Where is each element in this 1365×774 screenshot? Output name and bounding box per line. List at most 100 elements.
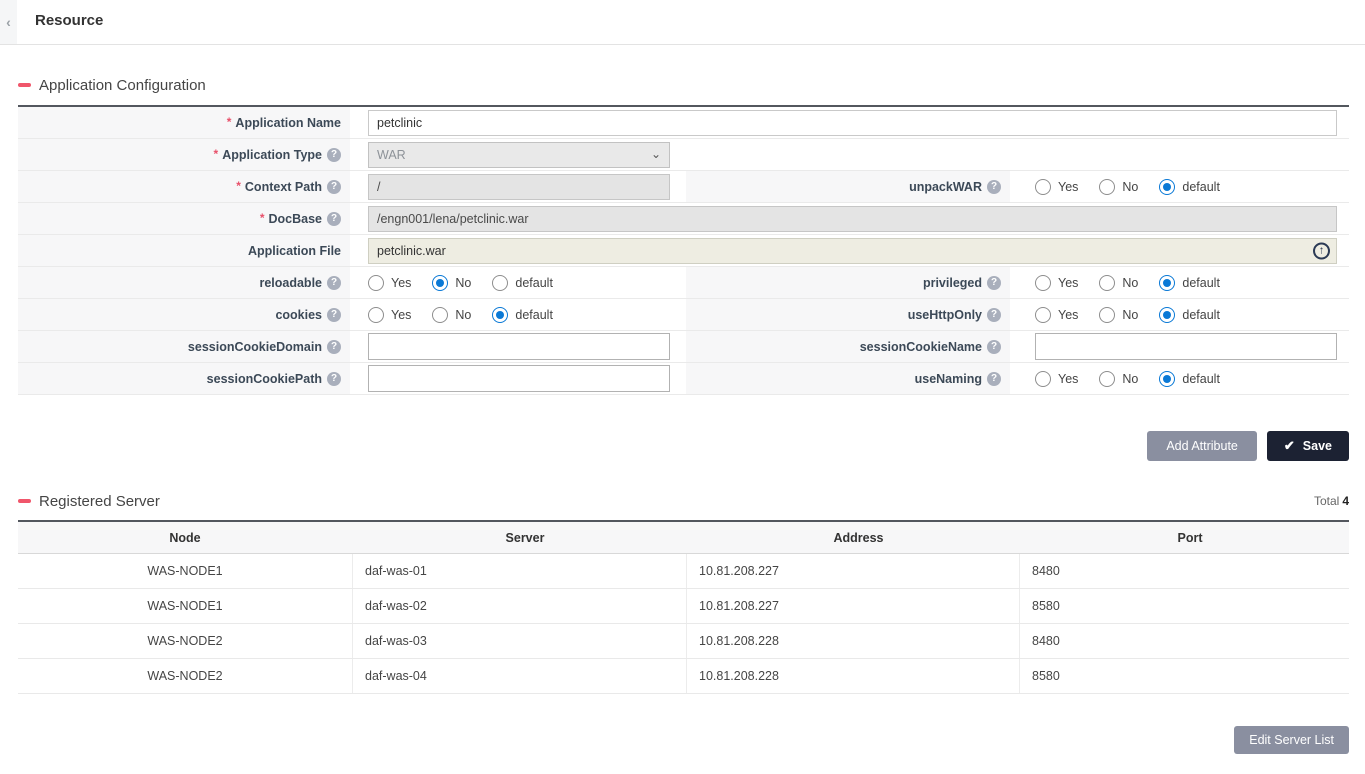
- usehttponly-radio-yes[interactable]: Yes: [1035, 307, 1078, 323]
- sessioncookiepath-input[interactable]: [368, 365, 670, 392]
- column-header-port: Port: [1019, 522, 1349, 553]
- cookies-radio-yes[interactable]: Yes: [368, 307, 411, 323]
- column-header-node: Node: [18, 522, 352, 553]
- docbase-input[interactable]: [368, 206, 1337, 232]
- column-header-server: Server: [352, 522, 686, 553]
- cell-port: 8580: [1019, 589, 1349, 623]
- help-icon[interactable]: ?: [327, 308, 341, 322]
- docbase-label: DocBase: [269, 212, 323, 226]
- chevron-down-icon: ⌄: [651, 151, 661, 158]
- table-row: WAS-NODE2 daf-was-04 10.81.208.228 8580: [18, 659, 1349, 694]
- usehttponly-radio-no[interactable]: No: [1099, 307, 1138, 323]
- row-application-file: Application File ↑: [18, 235, 1349, 267]
- cell-node: WAS-NODE1: [18, 589, 352, 623]
- required-marker: *: [214, 147, 219, 161]
- help-icon[interactable]: ?: [327, 148, 341, 162]
- application-file-label: Application File: [248, 244, 341, 258]
- context-path-input[interactable]: [368, 174, 670, 200]
- application-name-input[interactable]: [368, 110, 1337, 136]
- reloadable-label: reloadable: [259, 276, 322, 290]
- radio-icon: [432, 307, 448, 323]
- server-actions: Edit Server List: [18, 726, 1349, 754]
- unpackwar-radio-no[interactable]: No: [1099, 179, 1138, 195]
- sessioncookiename-input[interactable]: [1035, 333, 1337, 360]
- radio-icon: [492, 275, 508, 291]
- help-icon[interactable]: ?: [987, 308, 1001, 322]
- privileged-radio-default[interactable]: default: [1159, 275, 1220, 291]
- cell-address: 10.81.208.228: [686, 659, 1019, 693]
- radio-icon: [1159, 179, 1175, 195]
- help-icon[interactable]: ?: [327, 180, 341, 194]
- unpackwar-radio-default[interactable]: default: [1159, 179, 1220, 195]
- upload-icon[interactable]: ↑: [1313, 242, 1330, 259]
- usenaming-radio-default[interactable]: default: [1159, 371, 1220, 387]
- radio-icon: [1099, 275, 1115, 291]
- cell-node: WAS-NODE2: [18, 624, 352, 658]
- registered-server-section-header: Registered Server Total4: [18, 490, 1349, 512]
- cell-node: WAS-NODE1: [18, 554, 352, 588]
- unpackwar-radio-yes[interactable]: Yes: [1035, 179, 1078, 195]
- usehttponly-radio-default[interactable]: default: [1159, 307, 1220, 323]
- help-icon[interactable]: ?: [327, 276, 341, 290]
- usenaming-radio-yes[interactable]: Yes: [1035, 371, 1078, 387]
- application-file-input[interactable]: [368, 238, 1337, 264]
- radio-icon: [1035, 275, 1051, 291]
- cell-port: 8480: [1019, 624, 1349, 658]
- help-icon[interactable]: ?: [987, 340, 1001, 354]
- reloadable-radio-yes[interactable]: Yes: [368, 275, 411, 291]
- privileged-radio-yes[interactable]: Yes: [1035, 275, 1078, 291]
- help-icon[interactable]: ?: [987, 372, 1001, 386]
- required-marker: *: [236, 179, 241, 193]
- cookies-radio-default[interactable]: default: [492, 307, 553, 323]
- section-dash-icon: [18, 499, 31, 503]
- help-icon[interactable]: ?: [987, 276, 1001, 290]
- radio-icon: [368, 307, 384, 323]
- cell-server: daf-was-03: [352, 624, 686, 658]
- application-name-label: Application Name: [235, 116, 341, 130]
- back-button[interactable]: ‹: [0, 0, 17, 44]
- cell-server: daf-was-01: [352, 554, 686, 588]
- help-icon[interactable]: ?: [327, 372, 341, 386]
- radio-icon: [1035, 371, 1051, 387]
- privileged-radio-no[interactable]: No: [1099, 275, 1138, 291]
- table-row: WAS-NODE1 daf-was-02 10.81.208.227 8580: [18, 589, 1349, 624]
- row-cookies-usehttponly: cookies ? Yes No default: [18, 299, 1349, 331]
- privileged-label: privileged: [923, 276, 982, 290]
- required-marker: *: [227, 115, 232, 129]
- total-value: 4: [1342, 494, 1349, 508]
- cell-server: daf-was-04: [352, 659, 686, 693]
- cell-server: daf-was-02: [352, 589, 686, 623]
- add-attribute-button[interactable]: Add Attribute: [1147, 431, 1257, 461]
- cookies-label: cookies: [275, 308, 322, 322]
- cookies-radio-group: Yes No default: [368, 307, 574, 323]
- privileged-radio-group: Yes No default: [1035, 275, 1241, 291]
- reloadable-radio-default[interactable]: default: [492, 275, 553, 291]
- row-docbase: * DocBase ?: [18, 203, 1349, 235]
- table-row: WAS-NODE2 daf-was-03 10.81.208.228 8480: [18, 624, 1349, 659]
- sessioncookiedomain-input[interactable]: [368, 333, 670, 360]
- required-marker: *: [260, 211, 265, 225]
- radio-icon: [432, 275, 448, 291]
- app-config-section-title: Application Configuration: [39, 77, 206, 94]
- radio-icon: [1099, 307, 1115, 323]
- help-icon[interactable]: ?: [327, 340, 341, 354]
- usenaming-radio-no[interactable]: No: [1099, 371, 1138, 387]
- application-type-label: Application Type: [222, 148, 322, 162]
- usenaming-radio-group: Yes No default: [1035, 371, 1241, 387]
- save-button[interactable]: ✔ Save: [1267, 431, 1349, 461]
- radio-icon: [1159, 371, 1175, 387]
- app-config-form: * Application Name * Application Type ? …: [18, 105, 1349, 395]
- sessioncookiedomain-label: sessionCookieDomain: [188, 340, 322, 354]
- registered-server-table: Node Server Address Port WAS-NODE1 daf-w…: [18, 520, 1349, 694]
- help-icon[interactable]: ?: [327, 212, 341, 226]
- radio-icon: [1035, 307, 1051, 323]
- help-icon[interactable]: ?: [987, 180, 1001, 194]
- total-count: Total4: [1314, 494, 1349, 508]
- row-reloadable-privileged: reloadable ? Yes No default: [18, 267, 1349, 299]
- cookies-radio-no[interactable]: No: [432, 307, 471, 323]
- edit-server-list-button[interactable]: Edit Server List: [1234, 726, 1349, 754]
- reloadable-radio-no[interactable]: No: [432, 275, 471, 291]
- unpackwar-label: unpackWAR: [909, 180, 982, 194]
- application-type-select[interactable]: WAR ⌄: [368, 142, 670, 168]
- cell-port: 8580: [1019, 659, 1349, 693]
